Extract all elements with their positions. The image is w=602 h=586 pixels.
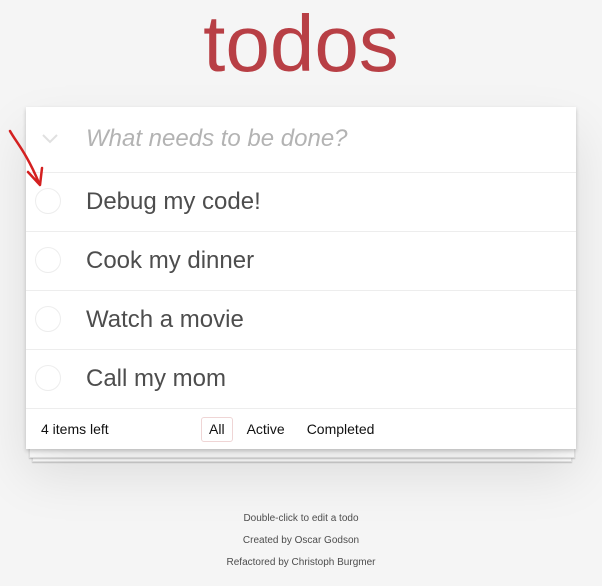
todo-checkbox[interactable] — [35, 188, 61, 214]
new-todo-input[interactable] — [86, 117, 556, 161]
todo-item[interactable]: Debug my code! — [26, 173, 576, 232]
todo-item[interactable]: Cook my dinner — [26, 232, 576, 291]
todo-checkbox[interactable] — [35, 247, 61, 273]
todo-label[interactable]: Debug my code! — [86, 173, 261, 231]
red-arrow-annotation-icon — [8, 129, 44, 187]
todo-label[interactable]: Watch a movie — [86, 291, 244, 349]
todo-item[interactable]: Call my mom — [26, 350, 576, 409]
filter-all[interactable]: All — [201, 417, 233, 442]
items-left-count: 4 items left — [41, 421, 109, 437]
filter-completed[interactable]: Completed — [299, 417, 383, 442]
app-title: todos — [203, 0, 399, 88]
filter-active[interactable]: Active — [239, 417, 293, 442]
todo-label[interactable]: Call my mom — [86, 350, 226, 408]
info-edit-hint: Double-click to edit a todo — [243, 513, 359, 524]
info-created-by: Created by Oscar Godson — [242, 535, 360, 546]
todo-card: Debug my code! Cook my dinner Watch a mo… — [26, 107, 576, 449]
todo-footer: 4 items left All Active Completed — [26, 409, 576, 449]
todo-checkbox[interactable] — [35, 306, 61, 332]
card-stack-shadow-1 — [29, 448, 575, 458]
info-refactored-by: Refactored by Christoph Burgmer — [226, 557, 376, 568]
todo-app-card: Debug my code! Cook my dinner Watch a mo… — [26, 107, 576, 462]
todo-checkbox[interactable] — [35, 365, 61, 391]
new-todo-row — [26, 107, 576, 173]
todo-label[interactable]: Cook my dinner — [86, 232, 254, 290]
todo-item[interactable]: Watch a movie — [26, 291, 576, 350]
filter-tabs: All Active Completed — [201, 417, 382, 442]
